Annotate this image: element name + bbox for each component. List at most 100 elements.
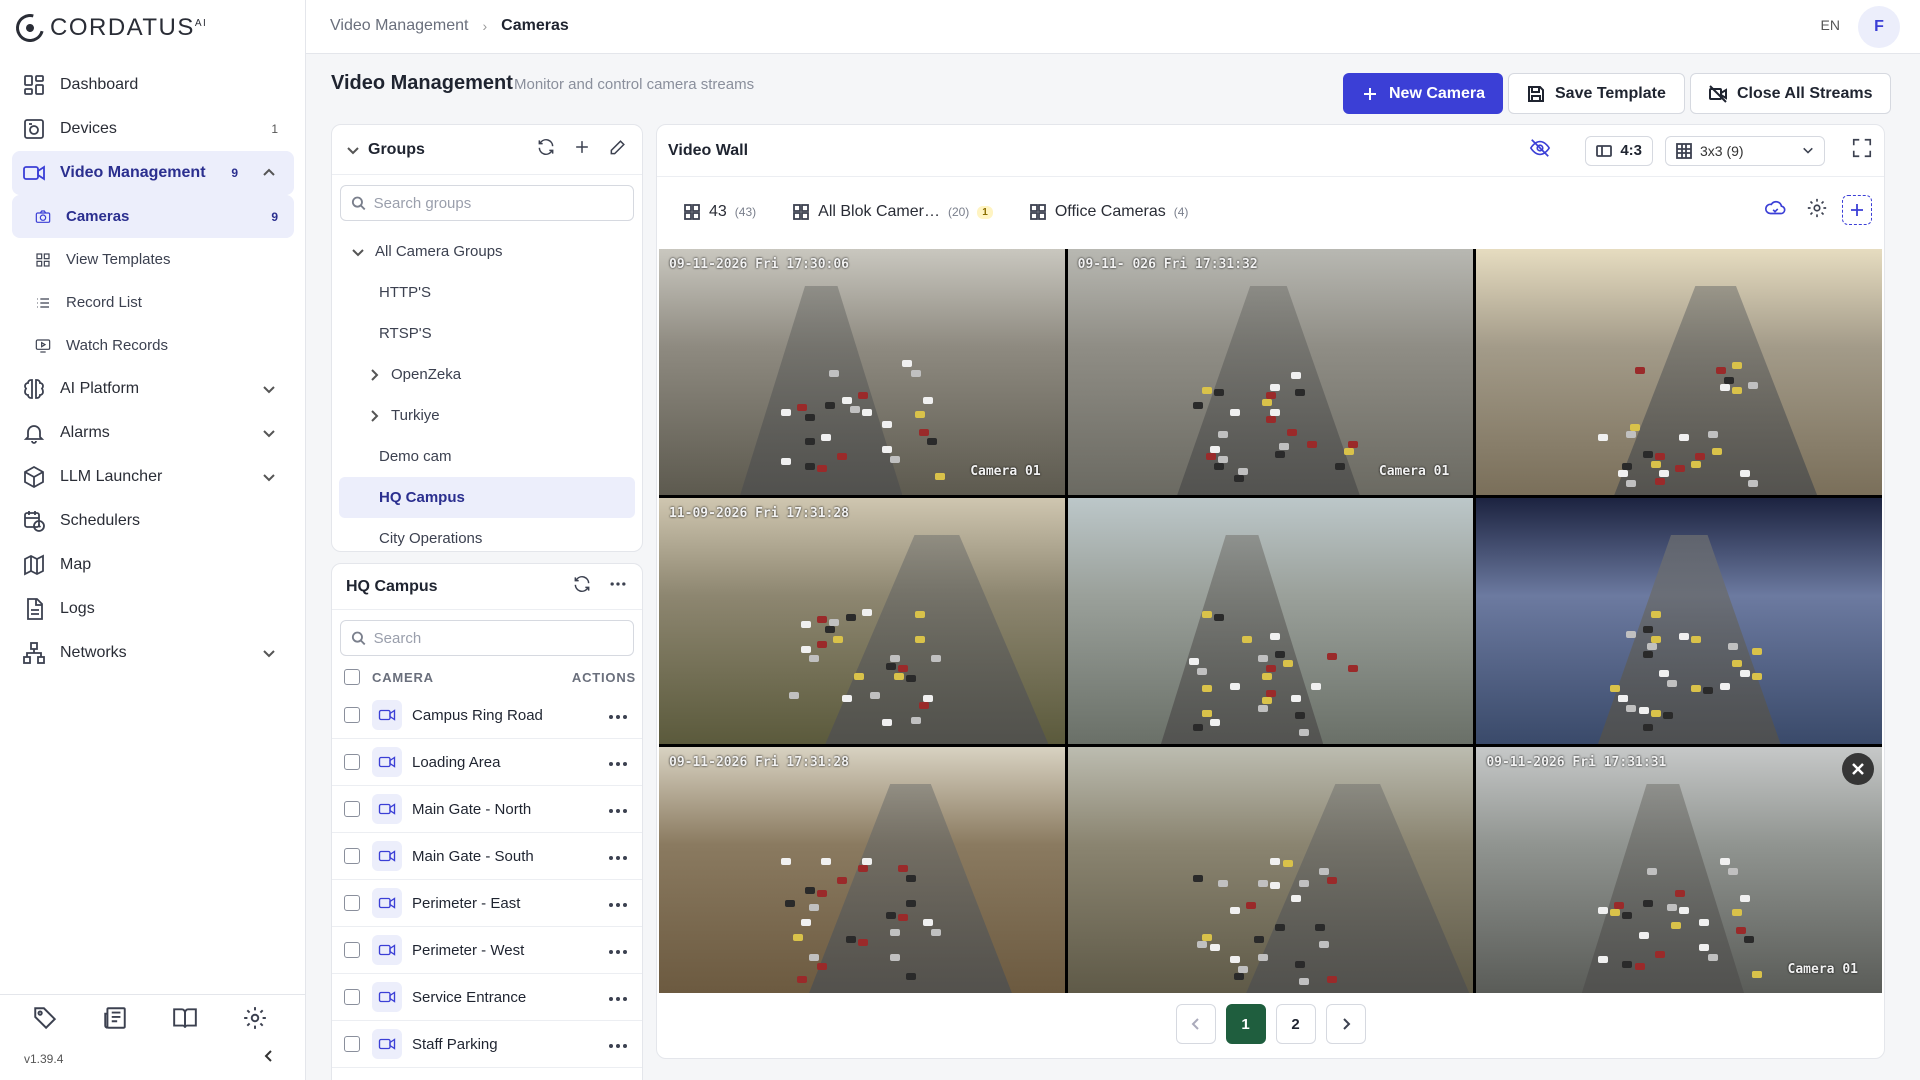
more-actions-icon[interactable] bbox=[608, 707, 628, 724]
vehicle-mark bbox=[1343, 448, 1354, 456]
more-actions-icon[interactable] bbox=[608, 801, 628, 818]
more-actions-icon[interactable] bbox=[608, 989, 628, 1006]
add-group-icon[interactable] bbox=[572, 137, 592, 162]
chevron-down-icon[interactable] bbox=[346, 143, 360, 157]
nav-item-alarms[interactable]: Alarms bbox=[12, 411, 294, 455]
camera-checkbox[interactable] bbox=[344, 942, 360, 958]
camera-stream-tile[interactable] bbox=[1476, 498, 1882, 744]
tab-office-cameras[interactable]: Office Cameras (4) bbox=[1029, 203, 1188, 221]
camera-row[interactable]: Main Gate - South bbox=[332, 833, 642, 880]
tree-item-hq-campus[interactable]: HQ Campus bbox=[339, 477, 635, 518]
new-camera-button[interactable]: New Camera bbox=[1343, 73, 1504, 114]
sub-item-record-list[interactable]: Record List bbox=[12, 281, 294, 324]
sub-item-watch-records[interactable]: Watch Records bbox=[12, 324, 294, 367]
avatar[interactable]: F bbox=[1858, 6, 1900, 48]
prev-page-button[interactable] bbox=[1175, 1004, 1216, 1044]
camera-stream-tile[interactable] bbox=[1067, 747, 1474, 993]
save-template-button[interactable]: Save Template bbox=[1508, 73, 1685, 114]
tab-43[interactable]: 43 (43) bbox=[683, 203, 756, 221]
camera-stream-tile[interactable]: 09-11-2026 Fri 17:30:06 Camera 01 bbox=[659, 249, 1065, 495]
sub-item-view-templates[interactable]: View Templates bbox=[12, 238, 294, 281]
nav-item-map[interactable]: Map bbox=[12, 543, 294, 587]
chevron-right-icon[interactable] bbox=[365, 368, 383, 382]
camera-checkbox[interactable] bbox=[344, 754, 360, 770]
tree-item-demo-cam[interactable]: Demo cam bbox=[339, 436, 635, 477]
eye-off-icon[interactable] bbox=[1529, 137, 1551, 164]
tab-all-blok-cameras[interactable]: All Blok Camer… (20) 1 bbox=[792, 203, 993, 221]
camera-stream-tile[interactable]: 11-09-2026 Fri 17:31:28 bbox=[659, 498, 1065, 744]
tree-item-city-operations[interactable]: City Operations bbox=[339, 518, 635, 559]
cloud-sync-icon[interactable] bbox=[1764, 197, 1786, 224]
more-actions-icon[interactable] bbox=[608, 895, 628, 912]
nav-item-dashboard[interactable]: Dashboard bbox=[12, 63, 294, 107]
sub-item-cameras[interactable]: Cameras 9 bbox=[12, 195, 294, 238]
camera-stream-tile[interactable] bbox=[1067, 498, 1474, 744]
add-tab-button[interactable] bbox=[1842, 195, 1872, 225]
nav-item-logs[interactable]: Logs bbox=[12, 587, 294, 631]
refresh-icon[interactable] bbox=[536, 137, 556, 162]
brand-logo[interactable]: CORDATUSAI bbox=[10, 8, 207, 48]
page-2-button[interactable]: 2 bbox=[1275, 1004, 1316, 1044]
camera-stream-tile[interactable] bbox=[1476, 249, 1882, 495]
camera-checkbox[interactable] bbox=[344, 848, 360, 864]
more-actions-icon[interactable] bbox=[608, 1036, 628, 1053]
close-all-streams-button[interactable]: Close All Streams bbox=[1690, 73, 1892, 114]
camera-row[interactable]: Staff Parking bbox=[332, 1021, 642, 1068]
tree-item-https[interactable]: HTTP'S bbox=[339, 272, 635, 313]
tree-item-openzeka[interactable]: OpenZeka bbox=[339, 354, 635, 395]
more-icon[interactable] bbox=[608, 574, 628, 599]
select-all-checkbox[interactable] bbox=[344, 669, 360, 685]
book-icon[interactable] bbox=[172, 1005, 198, 1036]
breadcrumb-video-management[interactable]: Video Management bbox=[330, 17, 468, 35]
chevron-right-icon[interactable] bbox=[365, 409, 383, 423]
camera-stream-tile[interactable]: 09-11-2026 Fri 17:31:28 bbox=[659, 747, 1065, 993]
search-groups[interactable] bbox=[340, 185, 634, 221]
tree-item-turkiye[interactable]: Turkiye bbox=[339, 395, 635, 436]
more-actions-icon[interactable] bbox=[608, 754, 628, 771]
camera-row[interactable]: Campus Ring Road bbox=[332, 692, 642, 739]
edit-icon[interactable] bbox=[608, 137, 628, 162]
refresh-icon[interactable] bbox=[572, 574, 592, 599]
more-actions-icon[interactable] bbox=[608, 848, 628, 865]
nav-item-ai-platform[interactable]: AI Platform bbox=[12, 367, 294, 411]
camera-name: Loading Area bbox=[412, 753, 501, 771]
camera-row[interactable]: Main Gate - North bbox=[332, 786, 642, 833]
nav-item-devices[interactable]: Devices 1 bbox=[12, 107, 294, 151]
nav-item-networks[interactable]: Networks bbox=[12, 631, 294, 675]
camera-row[interactable]: Perimeter - West bbox=[332, 927, 642, 974]
camera-checkbox[interactable] bbox=[344, 1036, 360, 1052]
camera-checkbox[interactable] bbox=[344, 801, 360, 817]
camera-row[interactable]: Loading Area bbox=[332, 739, 642, 786]
nav-item-video-management[interactable]: Video Management 9 bbox=[12, 151, 294, 195]
collapse-sidebar-icon[interactable] bbox=[262, 1049, 276, 1068]
tag-icon[interactable] bbox=[32, 1005, 58, 1036]
search-cameras-input[interactable] bbox=[373, 629, 623, 647]
gear-icon[interactable] bbox=[1806, 197, 1828, 224]
language-switch[interactable]: EN bbox=[1821, 17, 1840, 33]
camera-row[interactable]: Service Entrance bbox=[332, 974, 642, 1021]
nav-item-schedulers[interactable]: Schedulers bbox=[12, 499, 294, 543]
fullscreen-icon[interactable] bbox=[1851, 137, 1873, 164]
vehicle-mark bbox=[1266, 391, 1277, 399]
settings-icon[interactable] bbox=[242, 1005, 268, 1036]
camera-checkbox[interactable] bbox=[344, 707, 360, 723]
camera-checkbox[interactable] bbox=[344, 895, 360, 911]
news-icon[interactable] bbox=[102, 1005, 128, 1036]
aspect-ratio-select[interactable]: 4:3 bbox=[1585, 135, 1653, 166]
tree-item-rtsps[interactable]: RTSP'S bbox=[339, 313, 635, 354]
tree-root-all-camera-groups[interactable]: All Camera Groups bbox=[339, 231, 635, 272]
close-stream-button[interactable] bbox=[1841, 753, 1874, 785]
search-groups-input[interactable] bbox=[373, 194, 623, 212]
vehicle-mark bbox=[1752, 672, 1763, 680]
camera-checkbox[interactable] bbox=[344, 989, 360, 1005]
more-actions-icon[interactable] bbox=[608, 942, 628, 959]
search-cameras[interactable] bbox=[340, 620, 634, 656]
page-1-button[interactable]: 1 bbox=[1225, 1004, 1266, 1044]
layout-select[interactable]: 3x3 (9) bbox=[1665, 135, 1825, 166]
camera-row[interactable]: Perimeter - East bbox=[332, 880, 642, 927]
chevron-down-icon[interactable] bbox=[349, 245, 367, 259]
camera-stream-tile[interactable]: 09-11- 026 Fri 17:31:32 Camera 01 bbox=[1067, 249, 1474, 495]
nav-item-llm-launcher[interactable]: LLM Launcher bbox=[12, 455, 294, 499]
camera-stream-tile[interactable]: 09-11-2026 Fri 17:31:31 Camera 01 bbox=[1476, 747, 1882, 993]
next-page-button[interactable] bbox=[1325, 1004, 1366, 1044]
